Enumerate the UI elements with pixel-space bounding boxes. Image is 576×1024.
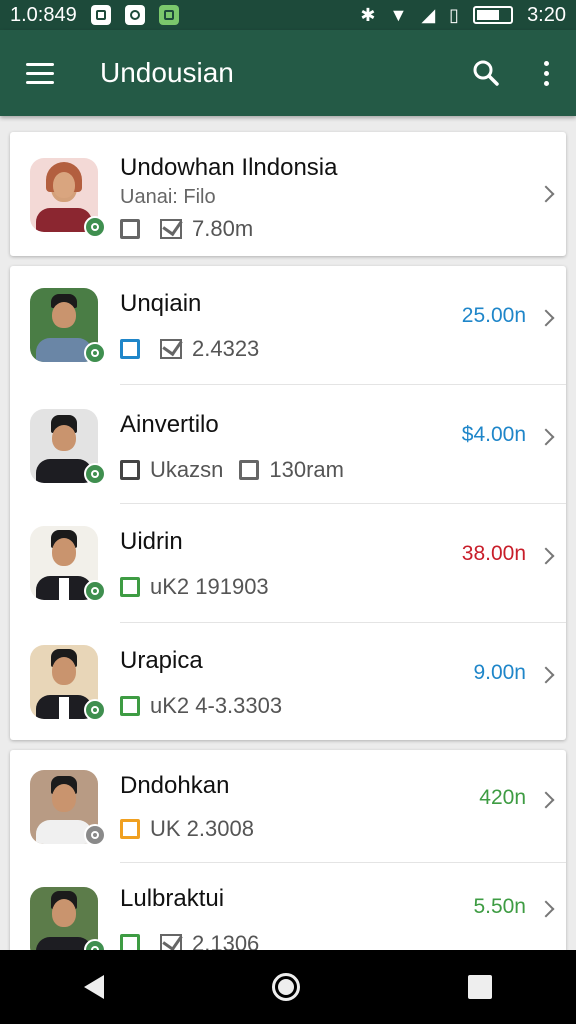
chevron-right-icon xyxy=(537,900,555,918)
profile-name: Undowhan Ilndonsia xyxy=(120,154,338,181)
back-icon[interactable] xyxy=(84,975,104,999)
contact-meta-value: uK2 4-3.3303 xyxy=(150,693,283,718)
list-item[interactable]: Urapica uK2 4-3.3303 9.00n xyxy=(10,623,566,740)
checkbox-icon xyxy=(160,219,182,239)
checkbox-icon xyxy=(160,339,182,359)
chevron-right-icon xyxy=(537,185,555,203)
contact-price: 38.00n xyxy=(461,542,526,565)
notification-app-icon xyxy=(90,5,111,25)
status-bar: 1.0:849 ✱ ▼ ◢ ▯ 3:20 xyxy=(0,0,576,30)
contact-price: 25.00n xyxy=(461,304,526,327)
sim-icon: ▯ xyxy=(449,4,460,25)
chevron-right-icon xyxy=(537,547,555,565)
app-title: Undousian xyxy=(100,57,234,88)
square-icon xyxy=(239,460,260,480)
menu-icon[interactable] xyxy=(0,30,80,116)
contact-meta: UK 2.3008 xyxy=(120,816,254,842)
square-icon xyxy=(120,934,140,950)
square-icon xyxy=(120,819,140,839)
profile-meta-value: 7.80m xyxy=(192,216,254,241)
online-badge-icon xyxy=(84,580,106,602)
notification-camera-icon xyxy=(124,5,145,25)
contact-meta-a: Ukazsn xyxy=(150,457,224,482)
contact-meta-value: uK2 191903 xyxy=(150,574,269,599)
online-badge-icon xyxy=(84,699,106,721)
chevron-right-icon xyxy=(537,666,555,684)
profile-subtitle: Uanai: Filo xyxy=(120,186,216,208)
wifi-icon: ▼ xyxy=(389,4,408,25)
contact-name: Unqiain xyxy=(120,290,202,317)
contact-name: Dndohkan xyxy=(120,772,230,799)
list-item[interactable]: Lulbraktui 2.1306 5.50n xyxy=(10,863,566,950)
online-badge-icon xyxy=(84,463,106,485)
signal-icon: ◢ xyxy=(421,4,436,25)
contact-name: Uidrin xyxy=(120,528,183,555)
contact-meta: uK2 191903 xyxy=(120,574,269,600)
contact-meta: 2.4323 xyxy=(120,336,259,362)
status-time-left: 1.0:849 xyxy=(10,3,77,26)
contact-price: 420n xyxy=(479,786,526,809)
more-options-icon[interactable] xyxy=(516,30,576,116)
content-list: Undowhan Ilndonsia Uanai: Filo 7.80m Unq… xyxy=(0,116,576,950)
contact-name: Urapica xyxy=(120,647,203,674)
list-item[interactable]: Ainvertilo Ukazsn 130ram $4.00n xyxy=(10,385,566,503)
chevron-right-icon xyxy=(537,428,555,446)
square-icon xyxy=(120,460,140,480)
contact-price: 9.00n xyxy=(473,661,526,684)
list-item[interactable]: Dndohkan UK 2.3008 420n xyxy=(10,750,566,862)
contacts-card: Dndohkan UK 2.3008 420n Lulbraktui 2.130… xyxy=(10,750,566,950)
square-icon xyxy=(120,219,140,239)
square-icon xyxy=(120,577,140,597)
contact-meta-value: 2.4323 xyxy=(192,336,260,361)
home-icon[interactable] xyxy=(272,973,300,1001)
chevron-right-icon xyxy=(537,791,555,809)
list-item[interactable]: Uidrin uK2 191903 38.00n xyxy=(10,504,566,622)
online-badge-icon xyxy=(84,216,106,238)
contact-price: $4.00n xyxy=(461,423,526,446)
list-item[interactable]: Unqiain 2.4323 25.00n xyxy=(10,266,566,384)
battery-icon xyxy=(473,6,514,24)
notification-image-icon xyxy=(158,5,179,25)
recent-apps-icon[interactable] xyxy=(468,975,492,999)
bluetooth-icon: ✱ xyxy=(360,4,376,25)
contact-meta: uK2 4-3.3303 xyxy=(120,693,282,719)
contacts-card: Unqiain 2.4323 25.00n Ainvertilo Ukazsn xyxy=(10,266,566,740)
profile-meta: 7.80m xyxy=(120,216,253,242)
contact-price: 5.50n xyxy=(473,895,526,918)
contact-meta: Ukazsn 130ram xyxy=(120,457,344,483)
contact-name: Ainvertilo xyxy=(120,411,219,438)
online-badge-icon xyxy=(84,824,106,846)
status-time-right: 3:20 xyxy=(527,3,566,26)
contact-meta-b: 130ram xyxy=(269,457,344,482)
contact-name: Lulbraktui xyxy=(120,885,225,912)
profile-card[interactable]: Undowhan Ilndonsia Uanai: Filo 7.80m xyxy=(10,132,566,256)
checkbox-icon xyxy=(160,934,182,950)
contact-meta-value: UK 2.3008 xyxy=(150,816,254,841)
contact-meta-value: 2.1306 xyxy=(192,931,260,950)
square-icon xyxy=(120,696,140,716)
app-bar: Undousian xyxy=(0,30,576,116)
square-icon xyxy=(120,339,140,359)
chevron-right-icon xyxy=(537,309,555,327)
online-badge-icon xyxy=(84,939,106,950)
search-icon[interactable] xyxy=(456,30,516,116)
contact-meta: 2.1306 xyxy=(120,931,259,950)
online-badge-icon xyxy=(84,342,106,364)
system-navigation-bar xyxy=(0,950,576,1024)
